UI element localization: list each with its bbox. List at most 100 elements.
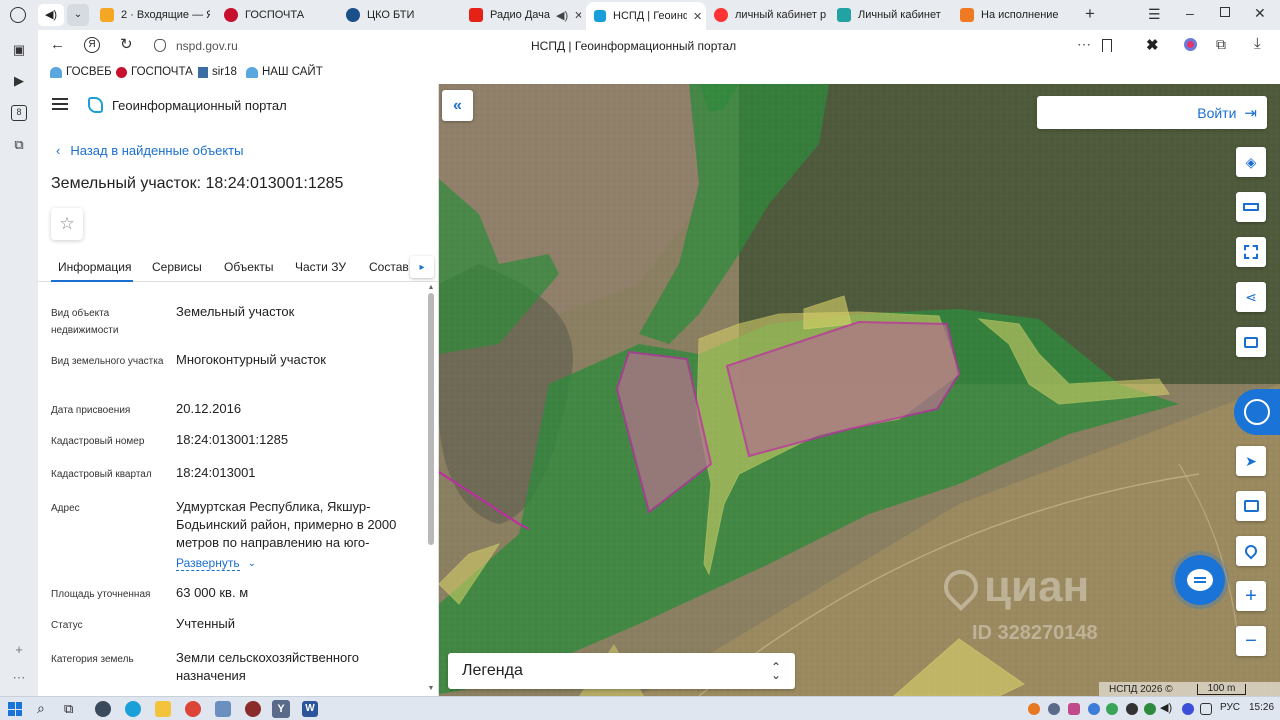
extension-k-icon[interactable]: ✖ xyxy=(1146,36,1159,54)
row-value-status: Учтенный xyxy=(176,616,236,631)
locate-button[interactable]: ➤ xyxy=(1236,446,1266,476)
task-view-icon[interactable]: ⧉ xyxy=(64,701,73,717)
network-icon[interactable] xyxy=(1200,703,1212,715)
yandex-browser-icon[interactable]: Y xyxy=(272,700,290,718)
youtube-icon xyxy=(469,8,483,22)
menu-icon[interactable]: ☰ xyxy=(1148,6,1161,23)
share-button[interactable]: ⋖ xyxy=(1236,282,1266,312)
notepad-icon[interactable] xyxy=(215,701,231,717)
scroll-up-arrow[interactable]: ▲ xyxy=(427,284,435,291)
yandex-logo-icon[interactable]: Я xyxy=(84,37,100,53)
tab-execution[interactable]: На исполнение xyxy=(960,3,1070,27)
scroll-thumb[interactable] xyxy=(428,293,434,545)
tab-radio-dacha[interactable]: Радио Дача ◀) ✕ xyxy=(469,3,581,27)
tray-app-3-icon[interactable] xyxy=(1068,703,1080,715)
tab-objects[interactable]: Объекты xyxy=(224,260,274,274)
downloads-icon[interactable]: ⤓ xyxy=(1254,35,1261,52)
login-button[interactable]: Войти ⇥ xyxy=(1037,96,1267,129)
collapse-panel-button[interactable]: « xyxy=(442,90,473,121)
ruler-button[interactable] xyxy=(1236,192,1266,222)
tray-app-6-icon[interactable] xyxy=(1126,703,1138,715)
geolocation-button[interactable] xyxy=(1236,536,1266,566)
expand-address-link[interactable]: Развернуть ⌄ xyxy=(176,556,256,571)
zoom-out-button[interactable]: − xyxy=(1236,626,1266,656)
zoom-in-button[interactable]: + xyxy=(1236,581,1266,611)
file-explorer-icon[interactable] xyxy=(155,701,171,717)
panel-scrollbar[interactable]: ▲ ▼ xyxy=(427,284,435,692)
app-icon[interactable] xyxy=(245,701,261,717)
row-label-status: Статус xyxy=(51,620,83,631)
volume-icon[interactable]: ◀) xyxy=(1160,701,1172,714)
tab-gospochta[interactable]: ГОСПОЧТА xyxy=(224,3,334,27)
tab-lk-yandex[interactable]: личный кабинет р xyxy=(714,3,826,27)
print-button[interactable] xyxy=(1236,327,1266,357)
settings-icon[interactable] xyxy=(95,701,111,717)
extension-circle-icon[interactable] xyxy=(1184,38,1197,51)
calendar-icon[interactable]: 8 xyxy=(11,105,27,121)
legend-dropdown[interactable]: Легенда ⌃ ⌄ xyxy=(448,653,795,689)
tray-app-1-icon[interactable] xyxy=(1028,703,1040,715)
back-to-results-link[interactable]: ‹ Назад в найденные объекты xyxy=(56,143,243,158)
windows-start-icon[interactable] xyxy=(8,702,22,716)
tab-parts[interactable]: Части ЗУ xyxy=(295,260,346,274)
tabs-scroll-right-button[interactable]: ▸ xyxy=(410,256,434,278)
tray-app-7-icon[interactable] xyxy=(1144,703,1156,715)
bookmark-icon[interactable] xyxy=(1102,39,1112,52)
tray-app-4-icon[interactable] xyxy=(1088,703,1100,715)
history-icon[interactable] xyxy=(10,7,26,23)
url-field[interactable]: nspd.gov.ru xyxy=(176,39,238,53)
minimize-icon[interactable]: – xyxy=(1186,5,1194,21)
favorite-button[interactable]: ☆ xyxy=(51,208,83,240)
extensions-icon[interactable]: ⧉ xyxy=(1216,36,1226,53)
hamburger-menu-icon[interactable] xyxy=(52,98,68,110)
reload-icon[interactable]: ↻ xyxy=(120,35,133,53)
tab-services[interactable]: Сервисы xyxy=(152,260,202,274)
layers-button[interactable]: ◈ xyxy=(1236,147,1266,177)
bookmark-sir18[interactable]: sir18 xyxy=(198,66,237,78)
clock[interactable]: 15:26 xyxy=(1249,702,1274,713)
close-tab-icon[interactable]: ✕ xyxy=(574,9,581,22)
chat-button[interactable] xyxy=(1175,555,1225,605)
screenshot-icon[interactable]: ⧉ xyxy=(11,137,27,153)
close-window-icon[interactable]: ✕ xyxy=(1254,5,1266,22)
tab-information[interactable]: Информация xyxy=(58,260,131,274)
tabs-dropdown-icon[interactable]: ⌄ xyxy=(67,4,89,26)
tab-composition[interactable]: Состав xyxy=(369,260,409,274)
tab-inbox[interactable]: 2 · Входящие — Я xyxy=(100,3,210,27)
select-area-button[interactable] xyxy=(1236,237,1266,267)
minimap-button[interactable] xyxy=(1236,491,1266,521)
collections-icon[interactable]: ▣ xyxy=(11,42,27,58)
video-icon[interactable]: ▶ xyxy=(11,73,27,89)
row-value-cadastral-number: 18:24:013001:1285 xyxy=(176,432,289,447)
print-icon xyxy=(1244,336,1258,348)
word-icon[interactable]: W xyxy=(302,701,318,717)
tab-cko-bti[interactable]: ЦКО БТИ xyxy=(346,3,456,27)
search-icon[interactable]: ⌕ xyxy=(37,700,45,717)
nspd-icon xyxy=(594,10,606,22)
restore-icon[interactable] xyxy=(1220,7,1230,17)
tab-lk[interactable]: Личный кабинет xyxy=(837,3,949,27)
chevron-left-icon: ‹ xyxy=(56,143,61,158)
more-icon[interactable]: ⋯ xyxy=(1077,36,1091,53)
tray-app-8-icon[interactable] xyxy=(1182,703,1194,715)
close-tab-icon[interactable]: ✕ xyxy=(693,10,702,23)
site-info-icon[interactable] xyxy=(154,39,166,52)
bookmark-gosveb[interactable]: ГОСВЕБ xyxy=(50,66,112,78)
back-arrow-icon[interactable]: ← xyxy=(50,36,65,53)
edge-icon[interactable] xyxy=(125,701,141,717)
chrome-icon[interactable] xyxy=(185,701,201,717)
panel-settings-icon[interactable]: ⋯ xyxy=(11,670,27,686)
bookmark-gospochta[interactable]: ГОСПОЧТА xyxy=(116,66,193,78)
sound-tab-icon[interactable]: ◀) xyxy=(38,4,64,26)
map-view[interactable]: циан ID 328270148 « Войти ⇥ ◈ ⋖ ➤ + − Ле… xyxy=(439,84,1280,696)
tray-app-5-icon[interactable] xyxy=(1106,703,1118,715)
add-panel-icon[interactable]: + xyxy=(11,642,27,658)
tray-app-2-icon[interactable] xyxy=(1048,703,1060,715)
keyboard-language[interactable]: РУС xyxy=(1220,702,1240,713)
feedback-button[interactable] xyxy=(1234,389,1280,435)
tab-nspd[interactable]: НСПД | Геоинф ✕ xyxy=(586,2,706,30)
new-tab-button[interactable]: + xyxy=(1080,4,1100,24)
scroll-down-arrow[interactable]: ▼ xyxy=(427,685,435,692)
bookmark-nash-sait[interactable]: НАШ САЙТ xyxy=(246,66,323,78)
row-label-land-category: Категория земель xyxy=(51,654,134,665)
